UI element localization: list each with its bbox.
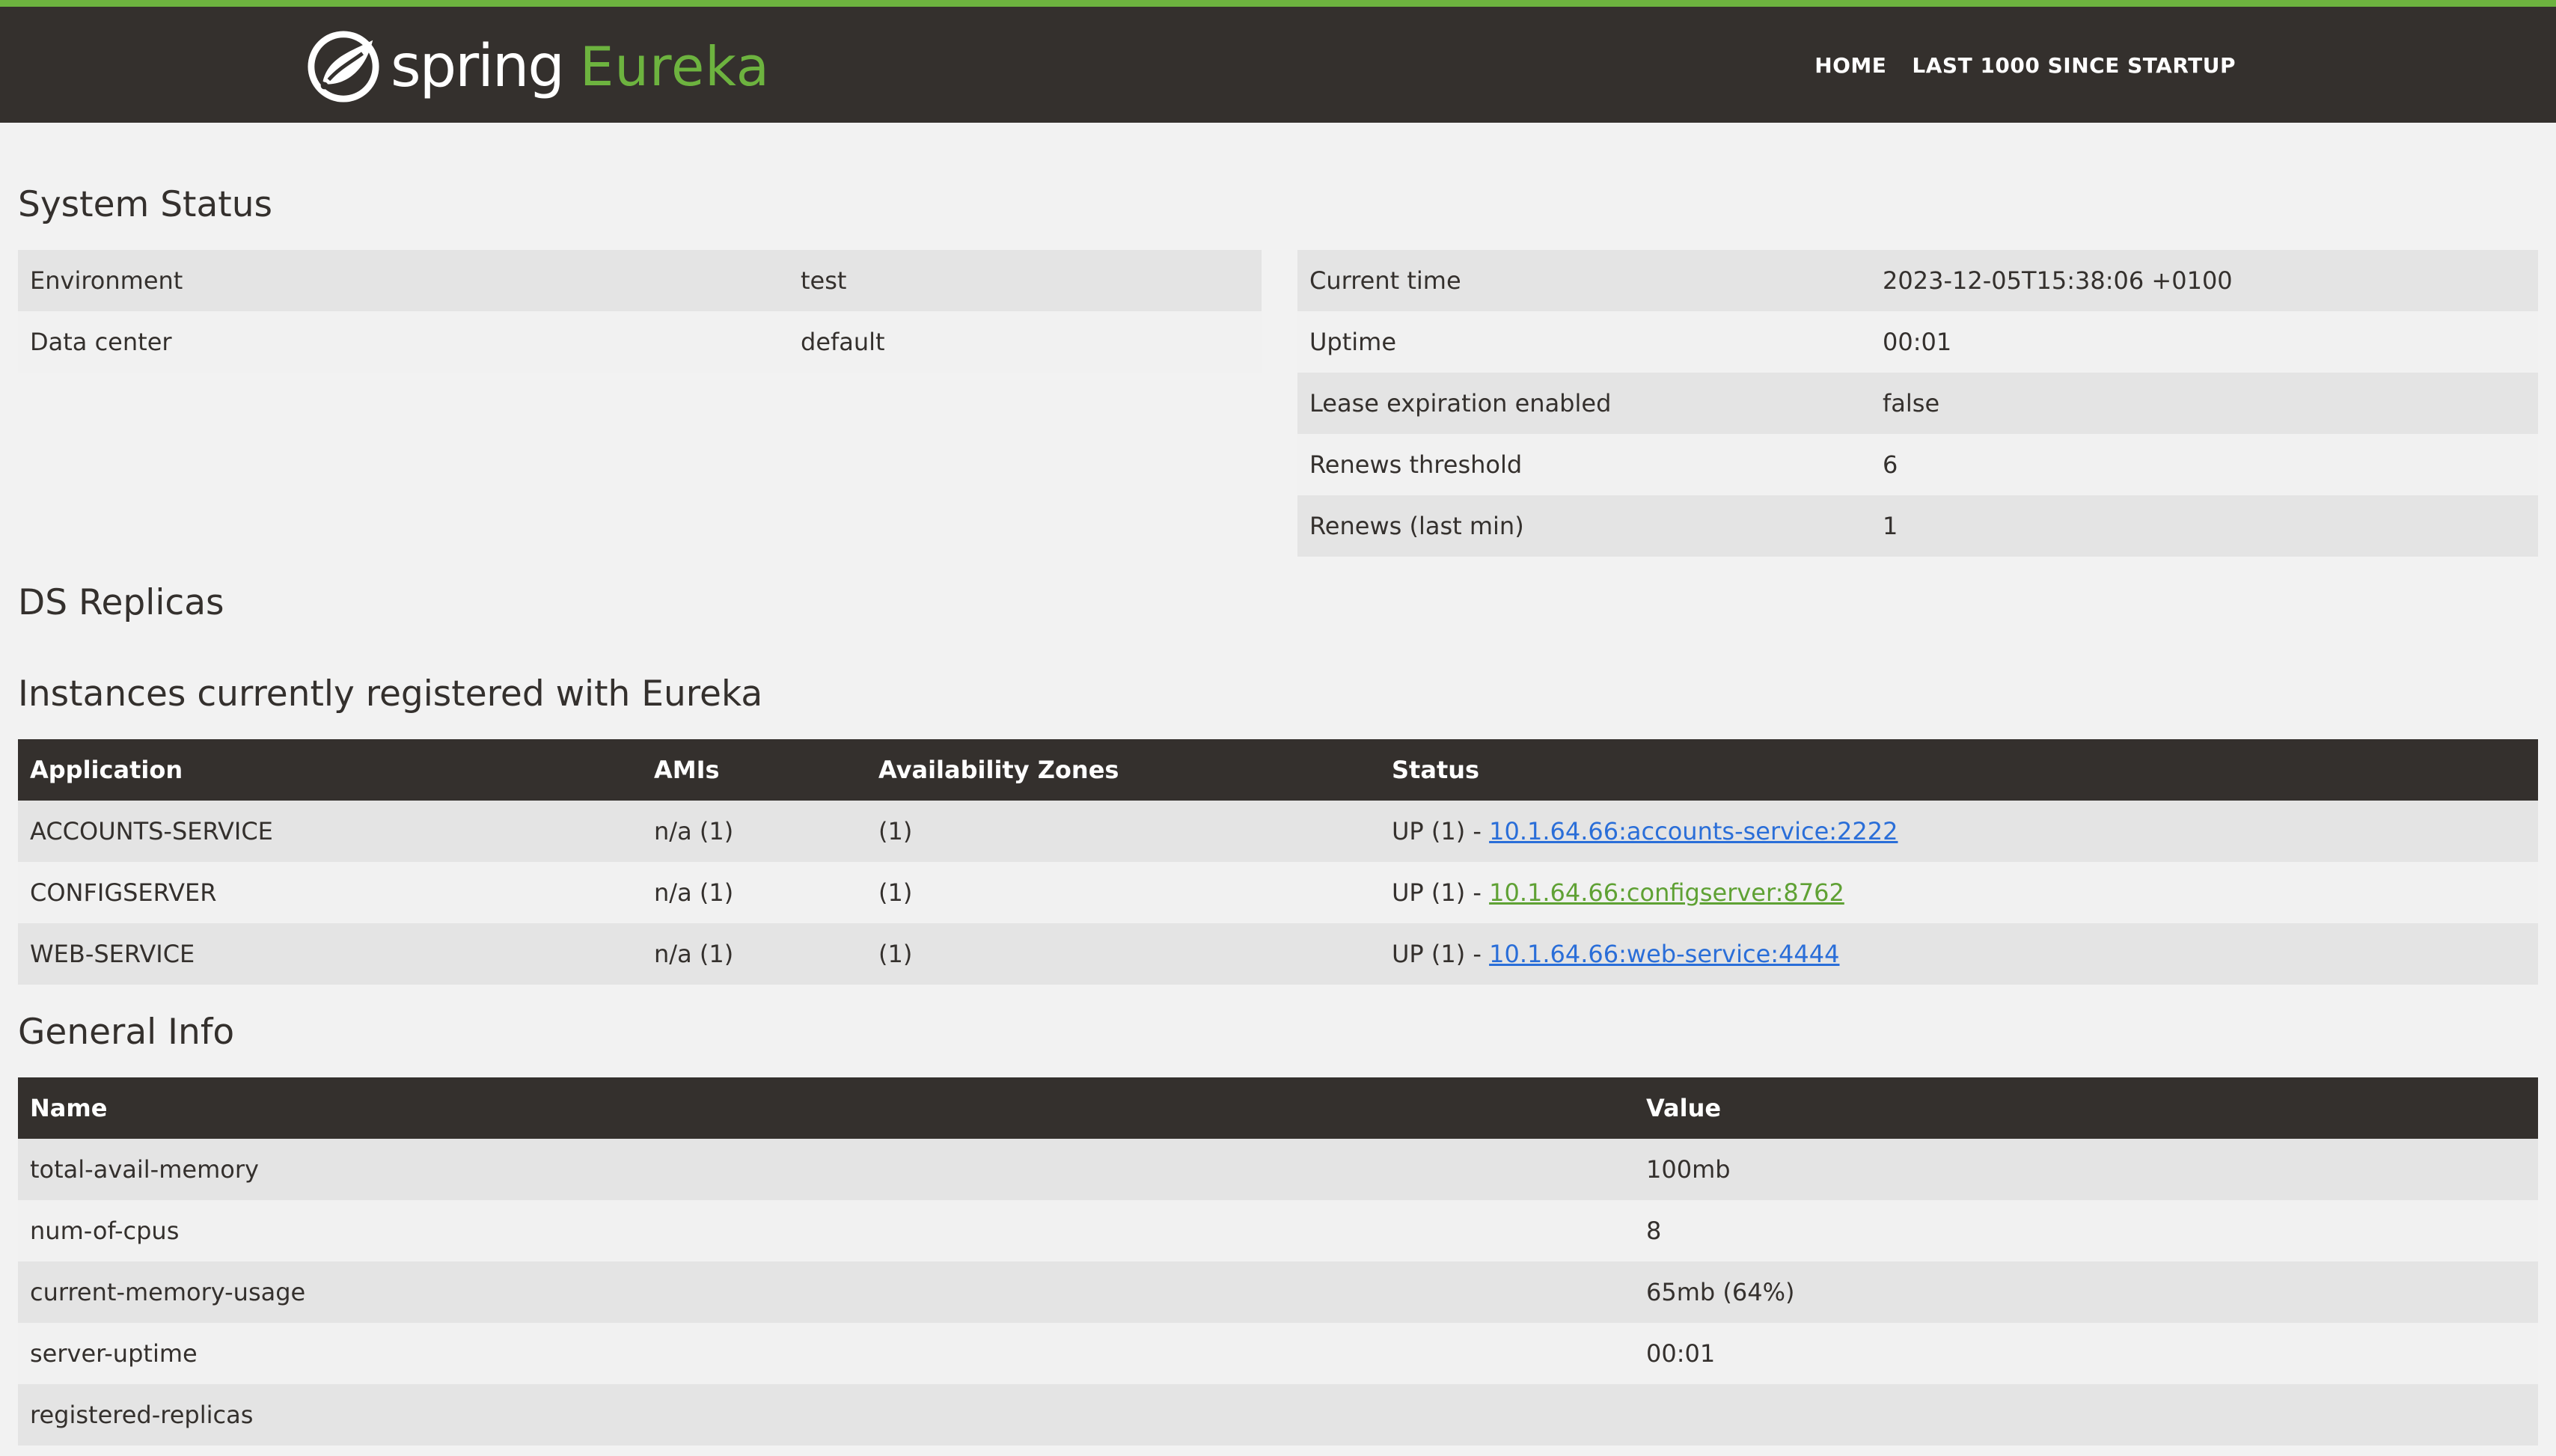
application-cell: CONFIGSERVER — [18, 862, 642, 923]
col-amis-header: AMIs — [642, 739, 866, 801]
brand-logo-link[interactable]: spring Eureka — [307, 29, 770, 104]
system-status-heading: System Status — [18, 184, 272, 225]
instances-table: Application AMIs Availability Zones Stat… — [18, 739, 2538, 985]
status-name-cell: Lease expiration enabled — [1297, 373, 1871, 434]
amis-cell: n/a (1) — [642, 862, 866, 923]
table-header-row: Application AMIs Availability Zones Stat… — [18, 739, 2538, 801]
ds-replicas-heading: DS Replicas — [18, 582, 224, 623]
instance-link[interactable]: 10.1.64.66:configserver:8762 — [1489, 878, 1844, 907]
amis-cell: n/a (1) — [642, 923, 866, 985]
table-row: Uptime 00:01 — [1297, 311, 2538, 373]
info-name-cell: registered-replicas — [18, 1384, 1634, 1446]
top-navbar: spring Eureka HOME LAST 1000 SINCE START… — [0, 0, 2556, 123]
zones-cell: (1) — [866, 862, 1380, 923]
nav-home-link[interactable]: HOME — [1814, 53, 1886, 78]
brand-eureka-text: Eureka — [579, 35, 770, 98]
status-value-cell: default — [789, 311, 1262, 373]
main-nav: HOME LAST 1000 SINCE STARTUP — [1814, 53, 2236, 78]
system-status-right-table: Current time 2023-12-05T15:38:06 +0100 U… — [1297, 250, 2538, 557]
table-row: num-of-cpus 8 — [18, 1200, 2538, 1261]
info-name-cell: server-uptime — [18, 1323, 1634, 1384]
table-row: Environment test — [18, 250, 1262, 311]
zones-cell: (1) — [866, 801, 1380, 862]
info-name-cell: num-of-cpus — [18, 1200, 1634, 1261]
status-cell: UP (1) - 10.1.64.66:accounts-service:222… — [1380, 801, 2538, 862]
status-text: UP (1) - — [1392, 878, 1490, 907]
status-name-cell: Uptime — [1297, 311, 1871, 373]
info-value-cell: 8 — [1634, 1200, 2538, 1261]
status-name-cell: Current time — [1297, 250, 1871, 311]
table-row: server-uptime 00:01 — [18, 1323, 2538, 1384]
info-name-cell: current-memory-usage — [18, 1261, 1634, 1323]
status-value-cell: 2023-12-05T15:38:06 +0100 — [1871, 250, 2538, 311]
status-value-cell: 1 — [1871, 495, 2538, 557]
status-value-cell: 6 — [1871, 434, 2538, 495]
status-name-cell: Environment — [18, 250, 789, 311]
info-value-cell: 65mb (64%) — [1634, 1261, 2538, 1323]
general-info-heading: General Info — [18, 1012, 235, 1053]
col-application-header: Application — [18, 739, 642, 801]
table-row: Data center default — [18, 311, 1262, 373]
table-row: registered-replicas — [18, 1384, 2538, 1446]
nav-last-1000-link[interactable]: LAST 1000 SINCE STARTUP — [1912, 53, 2236, 78]
table-row: Lease expiration enabled false — [1297, 373, 2538, 434]
status-text: UP (1) - — [1392, 817, 1490, 845]
spring-leaf-icon — [308, 31, 379, 103]
col-zones-header: Availability Zones — [866, 739, 1380, 801]
system-status-left-table: Environment test Data center default — [18, 250, 1262, 373]
col-value-header: Value — [1634, 1077, 2538, 1139]
status-value-cell: 00:01 — [1871, 311, 2538, 373]
info-value-cell: 00:01 — [1634, 1323, 2538, 1384]
status-cell: UP (1) - 10.1.64.66:web-service:4444 — [1380, 923, 2538, 985]
info-value-cell: 100mb — [1634, 1139, 2538, 1200]
col-status-header: Status — [1380, 739, 2538, 801]
status-name-cell: Renews (last min) — [1297, 495, 1871, 557]
table-row: WEB-SERVICE n/a (1) (1) UP (1) - 10.1.64… — [18, 923, 2538, 985]
instances-heading: Instances currently registered with Eure… — [18, 673, 763, 715]
table-row: ACCOUNTS-SERVICE n/a (1) (1) UP (1) - 10… — [18, 801, 2538, 862]
info-value-cell — [1634, 1384, 2538, 1446]
table-row: current-memory-usage 65mb (64%) — [18, 1261, 2538, 1323]
instance-link[interactable]: 10.1.64.66:accounts-service:2222 — [1489, 817, 1898, 845]
status-text: UP (1) - — [1392, 940, 1490, 968]
status-name-cell: Renews threshold — [1297, 434, 1871, 495]
col-name-header: Name — [18, 1077, 1634, 1139]
amis-cell: n/a (1) — [642, 801, 866, 862]
status-name-cell: Data center — [18, 311, 789, 373]
general-info-table: Name Value total-avail-memory 100mb num-… — [18, 1077, 2538, 1446]
brand-spring-text: spring — [391, 33, 565, 100]
table-row: Renews threshold 6 — [1297, 434, 2538, 495]
application-cell: ACCOUNTS-SERVICE — [18, 801, 642, 862]
application-cell: WEB-SERVICE — [18, 923, 642, 985]
status-value-cell: false — [1871, 373, 2538, 434]
table-row: total-avail-memory 100mb — [18, 1139, 2538, 1200]
info-name-cell: total-avail-memory — [18, 1139, 1634, 1200]
table-row: Renews (last min) 1 — [1297, 495, 2538, 557]
zones-cell: (1) — [866, 923, 1380, 985]
status-cell: UP (1) - 10.1.64.66:configserver:8762 — [1380, 862, 2538, 923]
status-value-cell: test — [789, 250, 1262, 311]
table-row: CONFIGSERVER n/a (1) (1) UP (1) - 10.1.6… — [18, 862, 2538, 923]
instance-link[interactable]: 10.1.64.66:web-service:4444 — [1489, 940, 1839, 968]
table-row: Current time 2023-12-05T15:38:06 +0100 — [1297, 250, 2538, 311]
table-header-row: Name Value — [18, 1077, 2538, 1139]
